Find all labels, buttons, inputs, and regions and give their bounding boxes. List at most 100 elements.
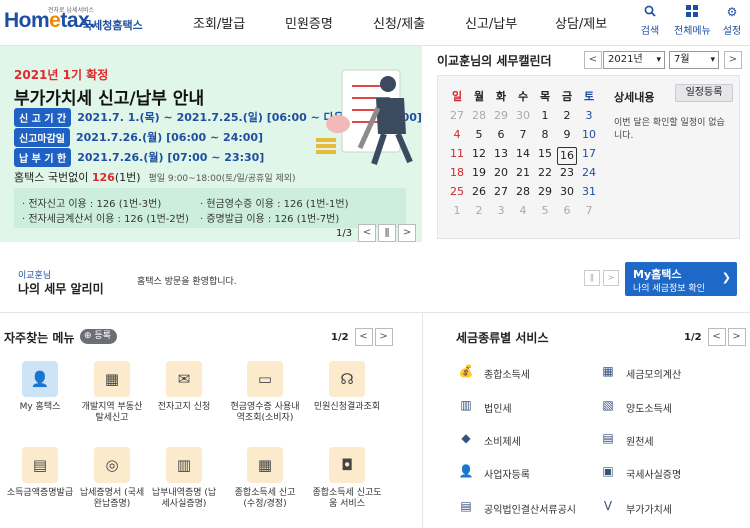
tax-services-next-button[interactable]: > xyxy=(727,328,746,346)
calendar-day[interactable]: 27 xyxy=(491,185,511,198)
calendar-day[interactable]: 27 xyxy=(447,109,467,122)
calendar-day[interactable]: 30 xyxy=(557,185,577,198)
calendar-day[interactable]: 19 xyxy=(469,166,489,179)
nav-item-application[interactable]: 신청/제출 xyxy=(373,13,425,32)
calendar-day[interactable]: 14 xyxy=(513,147,533,160)
banner-prev-button[interactable]: < xyxy=(358,224,377,242)
calendar-day[interactable]: 15 xyxy=(535,147,555,160)
favorite-menu-item[interactable]: ▦ 종합소득세 신고(수정/경정) xyxy=(230,447,300,510)
calendar-day[interactable]: 1 xyxy=(447,204,467,217)
tax-services-title: 세금종류별 서비스 xyxy=(456,331,549,345)
my-hometax-button[interactable]: My홈택스 나의 세금정보 확인 ❯ xyxy=(625,262,737,296)
nav-item-inquiry[interactable]: 조회/발급 xyxy=(193,13,245,32)
favorites-register-button[interactable]: ⊕ 등록 xyxy=(80,329,117,344)
tax-service-item[interactable]: ◆ 소비제세 xyxy=(456,430,520,450)
banner-pause-button[interactable]: ǁ xyxy=(378,224,397,242)
alert-pause-button[interactable]: ǁ xyxy=(584,270,600,286)
favorite-menu-item[interactable]: 👤 My 홈택스 xyxy=(5,361,75,413)
favorite-menu-item[interactable]: ◎ 납세증명서 (국세완납증명) xyxy=(77,447,147,510)
tax-service-item[interactable]: ▦ 세금모의계산 xyxy=(598,363,681,383)
phone-number: 126 xyxy=(91,171,115,184)
favorite-menu-item[interactable]: ▤ 소득금액증명발급 xyxy=(5,447,75,499)
nav-item-consult-report[interactable]: 상담/제보 xyxy=(555,13,607,32)
tax-service-item[interactable]: ▤ 원천세 xyxy=(598,430,653,450)
nav-item-filing-payment[interactable]: 신고/납부 xyxy=(465,13,517,32)
calendar-day[interactable]: 7 xyxy=(579,204,599,217)
calendar-day[interactable]: 29 xyxy=(535,185,555,198)
calendar-day[interactable]: 9 xyxy=(557,128,577,141)
cal-prev-month-button[interactable]: < xyxy=(584,51,602,69)
tax-service-item[interactable]: 💰 종합소득세 xyxy=(456,363,530,383)
tax-services-prev-button[interactable]: < xyxy=(707,328,726,346)
calendar-day[interactable]: 30 xyxy=(513,109,533,122)
hometax-logo[interactable]: 전자로 납세서비스 Hometax. 국세청홈택스 xyxy=(4,5,144,41)
calendar-day[interactable]: 3 xyxy=(491,204,511,217)
favorites-next-button[interactable]: > xyxy=(374,328,393,346)
year-select[interactable]: 2021년 xyxy=(603,51,665,69)
calendar-day[interactable]: 6 xyxy=(557,204,577,217)
calendar-day[interactable]: 31 xyxy=(579,185,599,198)
calendar-day[interactable]: 26 xyxy=(469,185,489,198)
favorite-menu-item[interactable]: ☊ 민원신청결과조회 xyxy=(312,361,382,413)
calendar-day[interactable]: 29 xyxy=(491,109,511,122)
calendar-day[interactable]: 7 xyxy=(513,128,533,141)
calendar-day[interactable]: 17 xyxy=(579,147,599,160)
banner-next-button[interactable]: > xyxy=(398,224,417,242)
favorite-menu-item[interactable]: ▥ 납부내역증명 (납세사실증명) xyxy=(149,447,219,510)
calendar-day[interactable]: 21 xyxy=(513,166,533,179)
usage-cash-receipt: · 현금영수증 이용 : 126 (1번-1번) xyxy=(200,199,349,210)
calendar-day[interactable]: 4 xyxy=(447,128,467,141)
alert-message: 홈택스 방문을 환영합니다. xyxy=(137,277,237,287)
calendar-empty-message: 이번 달은 확인할 일정이 없습니다. xyxy=(614,118,725,141)
logo-korean-name: 국세청홈택스 xyxy=(82,19,143,32)
certificate-icon: ▤ xyxy=(22,447,58,483)
calendar-day[interactable]: 6 xyxy=(491,128,511,141)
calendar-day[interactable]: 23 xyxy=(557,166,577,179)
calendar-day[interactable]: 18 xyxy=(447,166,467,179)
register-user-icon: 👤 xyxy=(458,464,474,478)
tax-service-item[interactable]: ▣ 국세사실증명 xyxy=(598,463,681,483)
document-icon: ▥ xyxy=(166,447,202,483)
tax-service-item[interactable]: ▧ 양도소득세 xyxy=(598,397,672,417)
calendar-day[interactable]: 28 xyxy=(513,185,533,198)
tax-service-item[interactable]: ▤ 공익법인결산서류공시 xyxy=(456,498,576,518)
phone-line: 홈택스 국번없이 126(1번) 평일 9:00~18:00(토/일/공휴일 제외… xyxy=(14,169,296,185)
add-schedule-button[interactable]: 일정등록 xyxy=(675,84,733,102)
favorite-menu-label: My 홈택스 xyxy=(19,402,61,412)
tax-service-item[interactable]: ▥ 법인세 xyxy=(456,397,511,417)
calendar-day[interactable]: 5 xyxy=(535,204,555,217)
calendar-day[interactable]: 22 xyxy=(535,166,555,179)
certificate-search-icon: ◎ xyxy=(94,447,130,483)
calendar-day[interactable]: 25 xyxy=(447,185,467,198)
calendar-day[interactable]: 3 xyxy=(579,109,599,122)
favorite-menu-item[interactable]: ▭ 현금영수증 사용내역조회(소비자) xyxy=(230,361,300,424)
month-select[interactable]: 7월 xyxy=(669,51,719,69)
calendar-day[interactable]: 11 xyxy=(447,147,467,160)
favorite-menu-item[interactable]: ✉ 전자고지 신청 xyxy=(149,361,219,413)
cal-next-month-button[interactable]: > xyxy=(724,51,742,69)
weekday-sun: 일 xyxy=(451,90,463,103)
nav-item-civil-certificate[interactable]: 민원증명 xyxy=(285,13,333,32)
favorite-menu-item[interactable]: ◘ 종합소득세 신고도움 서비스 xyxy=(312,447,382,510)
calendar-day[interactable]: 10 xyxy=(579,128,599,141)
tax-service-item[interactable]: 👤 사업자등록 xyxy=(456,463,530,483)
calendar-day[interactable]: 1 xyxy=(535,109,555,122)
calendar-day[interactable]: 24 xyxy=(579,166,599,179)
settings-button[interactable]: ⚙ 설정 xyxy=(714,5,750,37)
calendar-day[interactable]: 4 xyxy=(513,204,533,217)
all-menu-button[interactable]: 전체메뉴 xyxy=(674,5,711,37)
tax-service-item[interactable]: V 부가가치세 xyxy=(598,498,672,518)
calendar-day[interactable]: 28 xyxy=(469,109,489,122)
calendar-day[interactable]: 12 xyxy=(469,147,489,160)
favorites-prev-button[interactable]: < xyxy=(354,328,373,346)
calendar-day[interactable]: 16 xyxy=(557,147,577,165)
calendar-day[interactable]: 2 xyxy=(469,204,489,217)
favorite-menu-item[interactable]: ▦ 개발지역 부동산 탈세신고 xyxy=(77,361,147,424)
calendar-day[interactable]: 2 xyxy=(557,109,577,122)
calendar-day[interactable]: 20 xyxy=(491,166,511,179)
calendar-day[interactable]: 8 xyxy=(535,128,555,141)
calendar-day[interactable]: 13 xyxy=(491,147,511,160)
search-button[interactable]: 검색 xyxy=(632,5,668,37)
calendar-day[interactable]: 5 xyxy=(469,128,489,141)
alert-next-button[interactable]: > xyxy=(603,270,619,286)
